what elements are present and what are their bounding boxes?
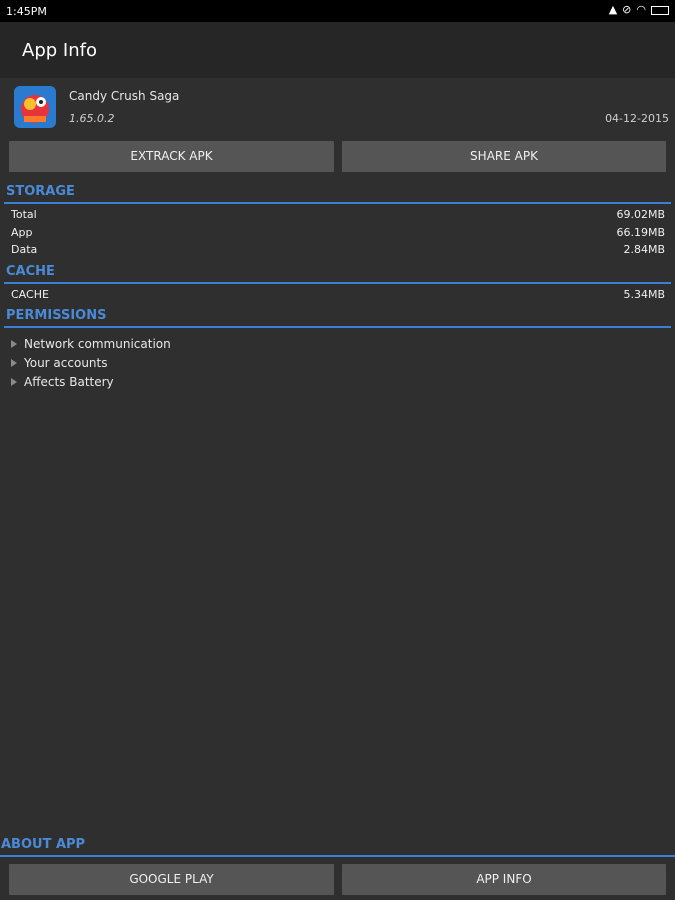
storage-divider <box>4 202 671 204</box>
about-section-title: ABOUT APP <box>1 837 86 852</box>
storage-label: App <box>11 226 33 239</box>
storage-label: Total <box>11 208 37 221</box>
wifi-icon: ◠ <box>636 3 646 16</box>
permission-item-battery[interactable]: Affects Battery <box>11 375 114 389</box>
app-header: Candy Crush Saga 1.65.0.2 04-12-2015 <box>0 78 675 138</box>
expand-arrow-icon <box>11 339 17 348</box>
storage-row-total: Total 69.02MB <box>11 208 665 225</box>
permission-label: Your accounts <box>24 356 108 370</box>
app-icon <box>14 86 56 128</box>
cache-label: CACHE <box>11 288 49 301</box>
google-play-button[interactable]: GOOGLE PLAY <box>9 864 334 895</box>
expand-arrow-icon <box>11 377 17 386</box>
about-divider <box>0 855 675 857</box>
cache-value: 5.34MB <box>623 288 665 301</box>
permissions-divider <box>4 326 671 328</box>
storage-row-app: App 66.19MB <box>11 226 665 243</box>
permissions-section-title: PERMISSIONS <box>6 308 107 323</box>
permission-label: Affects Battery <box>24 375 114 389</box>
status-bar: 1:45PM ▲ ⊘ ◠ <box>0 0 675 22</box>
action-bar: App Info <box>0 22 675 78</box>
status-icons: ▲ ⊘ ◠ <box>609 4 669 16</box>
storage-row-data: Data 2.84MB <box>11 243 665 260</box>
battery-icon <box>651 5 669 15</box>
page-title: App Info <box>22 40 97 61</box>
mute-icon: ⊘ <box>622 3 632 16</box>
storage-label: Data <box>11 243 38 256</box>
cache-divider <box>4 282 671 284</box>
storage-value: 66.19MB <box>616 226 665 239</box>
signal-icon: ▲ <box>608 3 618 16</box>
extract-apk-button[interactable]: EXTRACK APK <box>9 141 334 172</box>
storage-section-title: STORAGE <box>6 184 75 199</box>
permission-item-accounts[interactable]: Your accounts <box>11 356 108 370</box>
app-version: 1.65.0.2 <box>69 112 115 125</box>
cache-row: CACHE 5.34MB <box>11 288 665 305</box>
app-info-button[interactable]: APP INFO <box>342 864 666 895</box>
share-apk-button[interactable]: SHARE APK <box>342 141 666 172</box>
cache-section-title: CACHE <box>6 264 55 279</box>
permission-item-network[interactable]: Network communication <box>11 337 171 351</box>
expand-arrow-icon <box>11 358 17 367</box>
permission-label: Network communication <box>24 337 171 351</box>
storage-value: 69.02MB <box>616 208 665 221</box>
status-time: 1:45PM <box>6 5 47 18</box>
app-name: Candy Crush Saga <box>69 89 180 103</box>
app-date: 04-12-2015 <box>605 112 669 125</box>
storage-value: 2.84MB <box>623 243 665 256</box>
